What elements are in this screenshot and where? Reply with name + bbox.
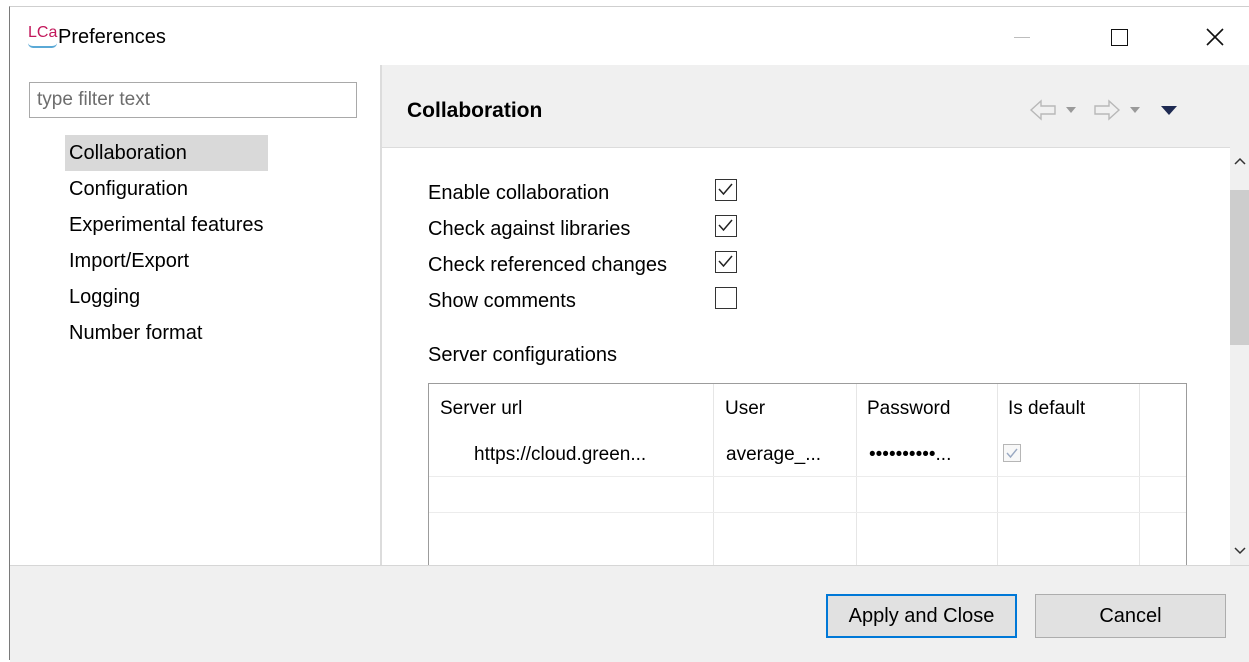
filter-input[interactable] — [29, 82, 357, 118]
option-show-comments: Show comments — [428, 289, 576, 313]
forward-dropdown-icon[interactable] — [1128, 95, 1142, 125]
cancel-button[interactable]: Cancel — [1035, 594, 1226, 638]
checkmark-icon — [718, 183, 733, 196]
back-arrow-icon[interactable] — [1028, 95, 1058, 125]
scroll-down-button[interactable] — [1230, 537, 1249, 565]
enable-collaboration-checkbox[interactable] — [715, 179, 737, 201]
scroll-up-button[interactable] — [1230, 147, 1249, 175]
checkmark-icon — [718, 255, 733, 268]
minimize-icon — [1014, 36, 1030, 38]
tree-item-logging[interactable]: Logging — [65, 279, 268, 315]
cell-password[interactable]: ••••••••••... — [869, 444, 951, 466]
show-comments-checkbox[interactable] — [715, 287, 737, 309]
preference-tree: Collaboration Configuration Experimental… — [65, 135, 268, 351]
option-enable-collaboration: Enable collaboration — [428, 181, 609, 205]
cell-server-url[interactable]: https://cloud.green... — [474, 444, 646, 466]
checkmark-icon — [718, 219, 733, 232]
page-content: Enable collaboration Check against libra… — [382, 147, 1230, 566]
minimize-button[interactable] — [998, 17, 1046, 57]
chevron-down-icon — [1234, 547, 1246, 555]
apply-and-close-button[interactable]: Apply and Close — [826, 594, 1017, 638]
tree-item-import-export[interactable]: Import/Export — [65, 243, 268, 279]
tree-item-collaboration[interactable]: Collaboration — [65, 135, 268, 171]
preferences-window: LCa Preferences Collaboration Configurat… — [9, 6, 1249, 662]
server-config-table: Server url User Password Is default http… — [428, 383, 1187, 566]
check-referenced-changes-checkbox[interactable] — [715, 251, 737, 273]
column-divider — [997, 384, 998, 566]
forward-arrow-icon[interactable] — [1092, 95, 1122, 125]
page-navigation — [1028, 95, 1238, 125]
option-check-against-libraries: Check against libraries — [428, 217, 630, 241]
check-against-libraries-checkbox[interactable] — [715, 215, 737, 237]
row-divider — [429, 476, 1186, 477]
preference-tree-panel: Collaboration Configuration Experimental… — [10, 65, 380, 565]
option-label: Check against libraries — [428, 218, 631, 240]
column-header-server-url[interactable]: Server url — [440, 398, 522, 420]
section-label: Server configurations — [428, 344, 617, 366]
checkmark-icon — [1006, 448, 1018, 459]
maximize-icon — [1110, 28, 1128, 46]
title-bar: LCa Preferences — [10, 7, 1249, 65]
scrollbar-thumb[interactable] — [1230, 190, 1249, 345]
column-divider — [856, 384, 857, 566]
window-title: Preferences — [58, 26, 166, 48]
column-header-password[interactable]: Password — [867, 398, 950, 420]
maximize-button[interactable] — [1095, 17, 1143, 57]
column-divider — [1139, 384, 1140, 566]
page-title: Collaboration — [407, 99, 543, 122]
button-bar: Apply and Close Cancel — [10, 565, 1249, 662]
option-check-referenced-changes: Check referenced changes — [428, 253, 667, 277]
vertical-scrollbar[interactable] — [1230, 147, 1249, 565]
back-dropdown-icon[interactable] — [1064, 95, 1078, 125]
option-label: Check referenced changes — [428, 254, 668, 276]
option-label: Enable collaboration — [428, 182, 610, 204]
close-button[interactable] — [1191, 17, 1239, 57]
tree-item-configuration[interactable]: Configuration — [65, 171, 268, 207]
preference-page: Collaboration Enable collaboration Check… — [382, 65, 1249, 566]
close-icon — [1206, 28, 1224, 46]
cell-user[interactable]: average_... — [726, 444, 821, 466]
is-default-checkbox[interactable] — [1003, 444, 1021, 462]
column-header-user[interactable]: User — [725, 398, 765, 420]
row-divider — [429, 512, 1186, 513]
column-divider — [713, 384, 714, 566]
chevron-up-icon — [1234, 157, 1246, 165]
column-header-is-default[interactable]: Is default — [1008, 398, 1085, 420]
view-menu-icon[interactable] — [1160, 95, 1178, 125]
option-label: Show comments — [428, 290, 576, 312]
tree-item-number-format[interactable]: Number format — [65, 315, 268, 351]
tree-item-experimental-features[interactable]: Experimental features — [65, 207, 268, 243]
app-logo-icon: LCa — [28, 24, 58, 48]
